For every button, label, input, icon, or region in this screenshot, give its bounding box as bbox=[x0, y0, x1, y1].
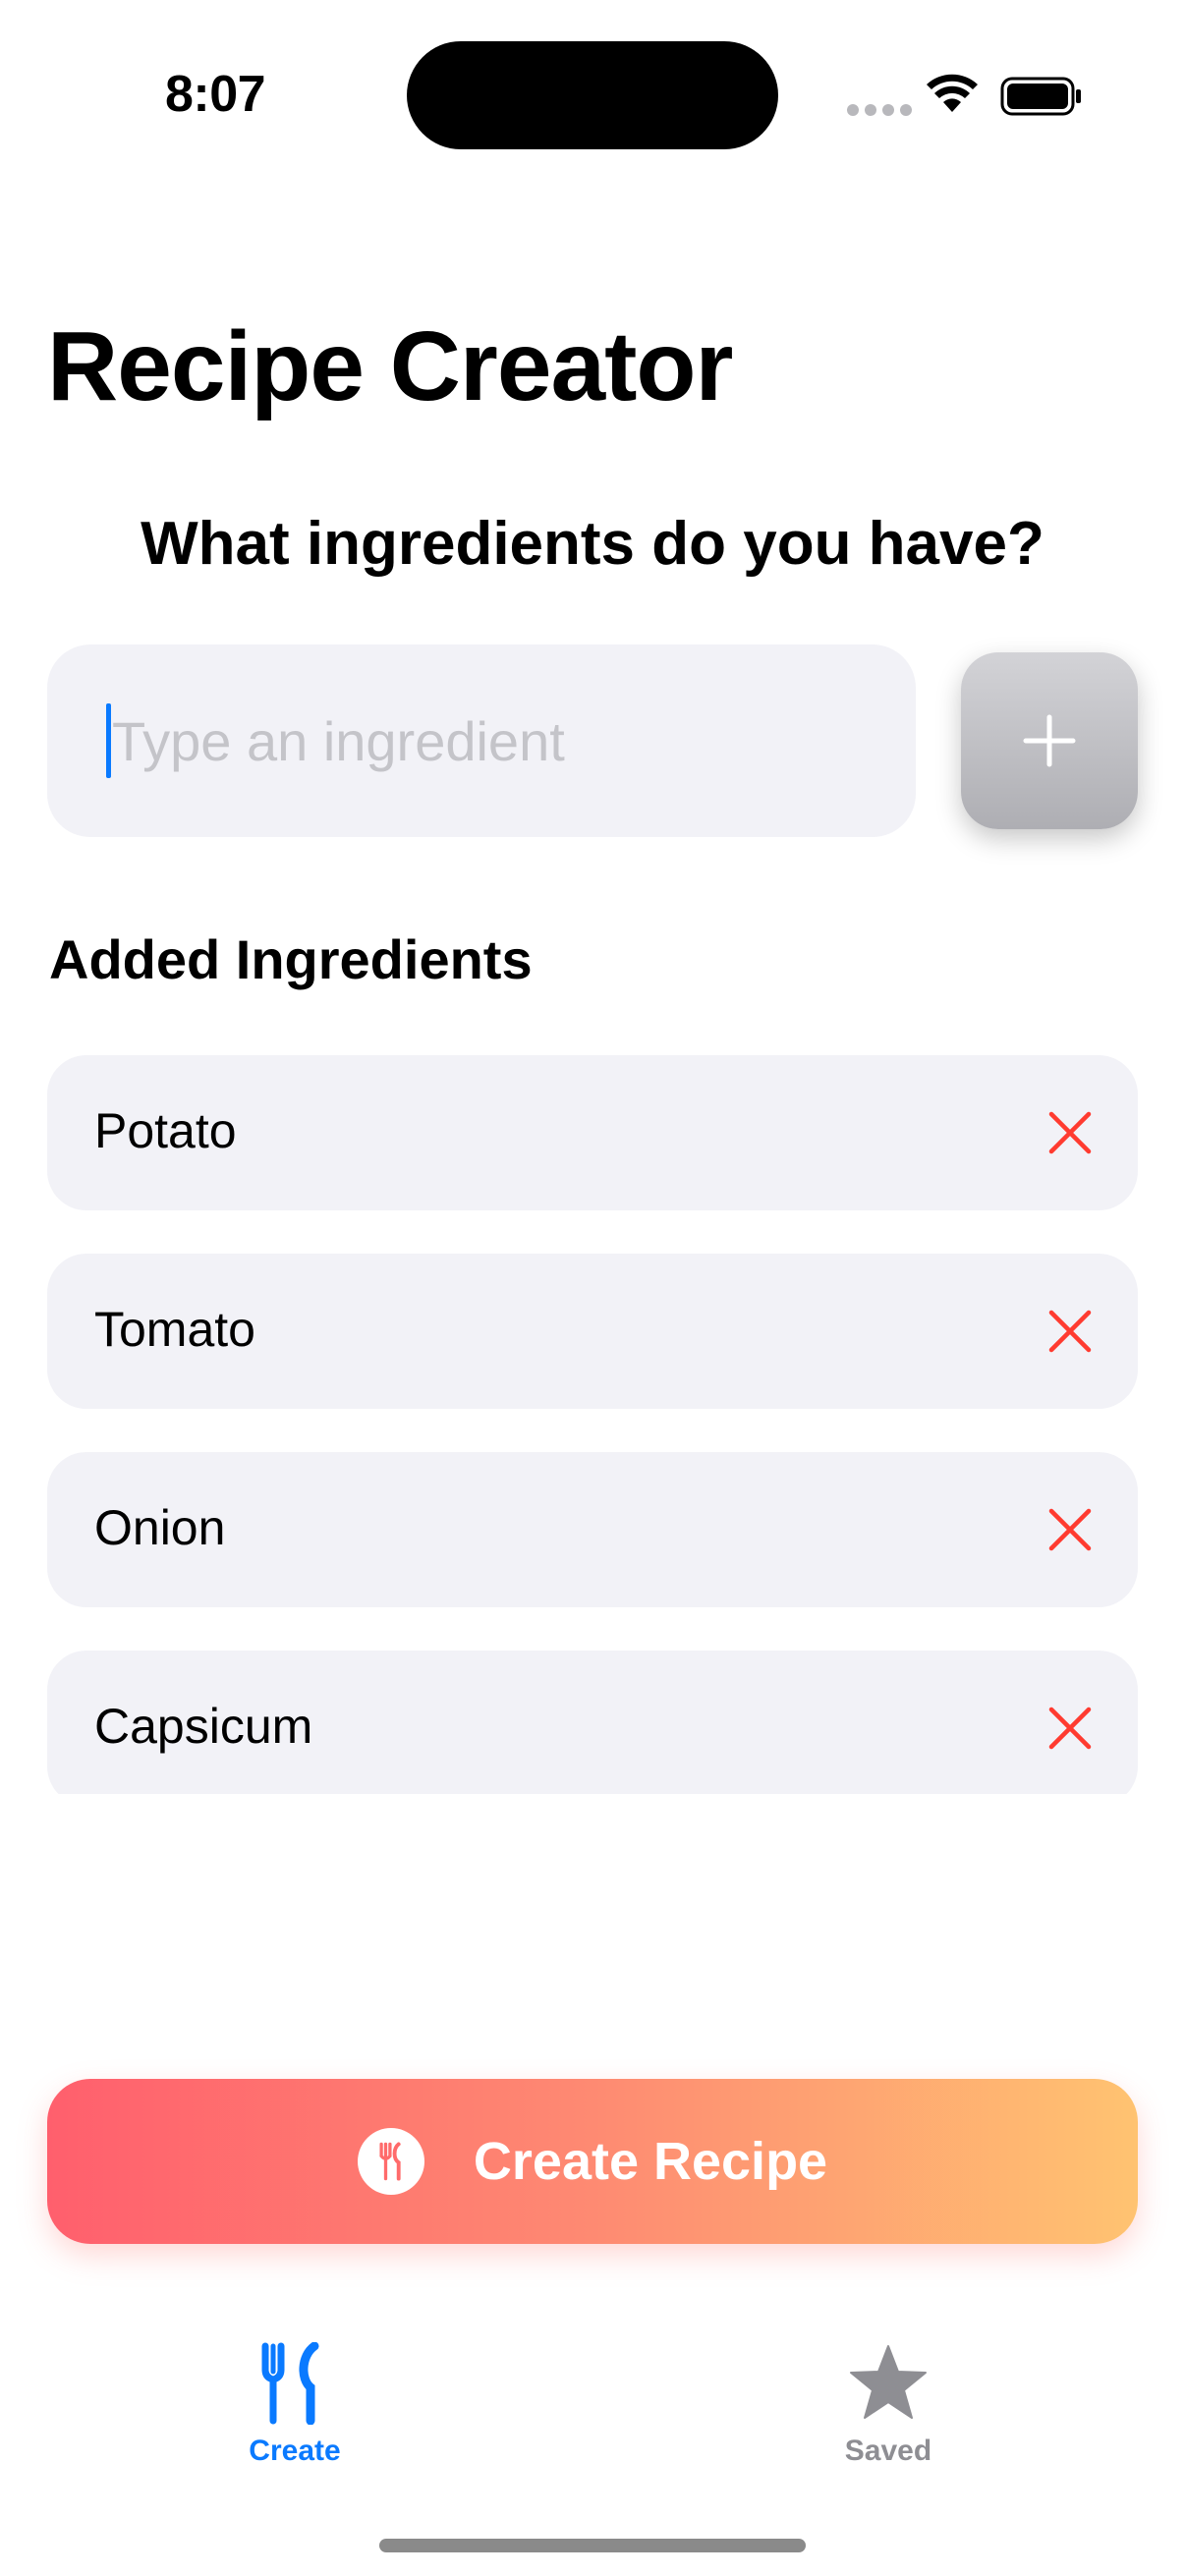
added-ingredients-title: Added Ingredients bbox=[49, 928, 533, 990]
text-caret bbox=[106, 703, 111, 778]
remove-ingredient-button[interactable] bbox=[1038, 1497, 1102, 1562]
create-recipe-button[interactable]: Create Recipe bbox=[47, 2079, 1138, 2244]
plus-icon bbox=[1023, 714, 1076, 767]
tab-saved-label: Saved bbox=[844, 2435, 932, 2467]
close-icon bbox=[1048, 1310, 1092, 1353]
battery-icon bbox=[1000, 77, 1081, 116]
ingredient-row: Capsicum bbox=[47, 1651, 1138, 1794]
fork-knife-icon bbox=[261, 2342, 319, 2425]
dynamic-island bbox=[407, 41, 778, 149]
wifi-icon bbox=[927, 74, 978, 112]
ingredient-row: Onion bbox=[47, 1452, 1138, 1607]
ingredient-list: Potato Tomato Onion Capsicum bbox=[47, 1055, 1138, 1794]
add-ingredient-button[interactable] bbox=[961, 652, 1138, 829]
close-icon bbox=[1048, 1707, 1092, 1750]
status-time: 8:07 bbox=[165, 66, 266, 123]
create-recipe-label: Create Recipe bbox=[473, 2132, 828, 2191]
tab-create[interactable]: Create bbox=[197, 2342, 393, 2480]
home-indicator bbox=[379, 2539, 806, 2552]
fork-knife-icon bbox=[357, 2128, 424, 2195]
page-title: Recipe Creator bbox=[47, 311, 733, 421]
ingredient-row: Tomato bbox=[47, 1254, 1138, 1409]
ingredient-name: Tomato bbox=[94, 1302, 255, 1357]
close-icon bbox=[1048, 1508, 1092, 1551]
status-indicators bbox=[847, 71, 1083, 118]
close-icon bbox=[1048, 1111, 1092, 1154]
prompt-heading: What ingredients do you have? bbox=[141, 510, 1044, 578]
ingredient-name: Onion bbox=[94, 1500, 226, 1555]
ingredient-row: Potato bbox=[47, 1055, 1138, 1210]
ingredient-input[interactable] bbox=[47, 644, 916, 837]
ingredient-name: Potato bbox=[94, 1103, 237, 1158]
recipe-creator-screen: 8:07 Recipe Creator What ingredients do … bbox=[0, 0, 1185, 2576]
tab-saved[interactable]: Saved bbox=[790, 2342, 987, 2480]
remove-ingredient-button[interactable] bbox=[1038, 1100, 1102, 1165]
remove-ingredient-button[interactable] bbox=[1038, 1696, 1102, 1761]
tab-create-label: Create bbox=[249, 2435, 341, 2467]
star-icon bbox=[850, 2345, 927, 2419]
cellular-signal-icon bbox=[847, 104, 912, 116]
remove-ingredient-button[interactable] bbox=[1038, 1299, 1102, 1364]
ingredient-name: Capsicum bbox=[94, 1699, 313, 1754]
